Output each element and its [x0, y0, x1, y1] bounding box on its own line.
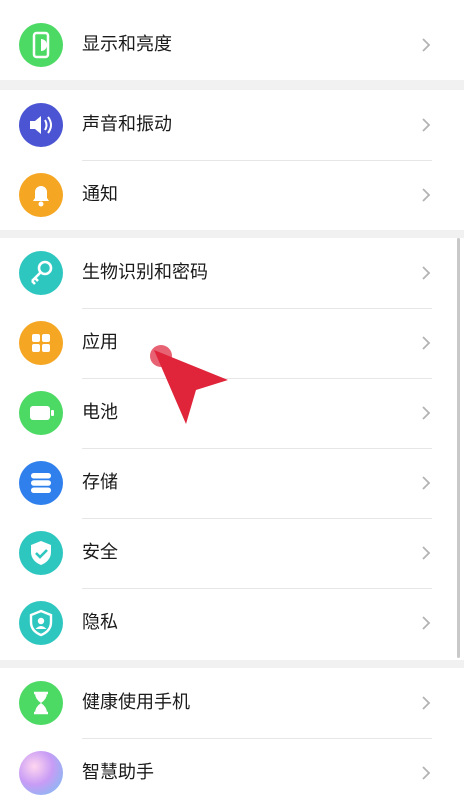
settings-item-label: 隐私 — [82, 612, 118, 633]
settings-item-label: 存储 — [82, 472, 118, 493]
shield-check-icon — [19, 531, 63, 575]
settings-item-privacy[interactable]: 隐私 — [0, 588, 464, 658]
scrollbar[interactable] — [457, 238, 460, 658]
settings-item-label: 电池 — [82, 402, 118, 423]
assistant-orb-icon — [19, 751, 63, 795]
chevron-right-icon — [422, 476, 431, 490]
chevron-right-icon — [422, 406, 431, 420]
settings-item-security[interactable]: 安全 — [0, 518, 464, 588]
settings-item-sound[interactable]: 声音和振动 — [0, 90, 464, 160]
chevron-right-icon — [422, 696, 431, 710]
settings-item-notifications[interactable]: 通知 — [0, 160, 464, 230]
storage-icon — [19, 461, 63, 505]
settings-card-wellbeing: 健康使用手机 智慧助手 — [0, 668, 464, 810]
chevron-right-icon — [422, 616, 431, 630]
bell-icon — [19, 173, 63, 217]
apps-grid-icon — [19, 321, 63, 365]
hourglass-icon — [19, 681, 63, 725]
battery-icon — [19, 391, 63, 435]
settings-item-label: 显示和亮度 — [82, 34, 172, 55]
settings-item-label: 智慧助手 — [82, 762, 154, 783]
key-icon — [19, 251, 63, 295]
chevron-right-icon — [422, 118, 431, 132]
settings-item-label: 安全 — [82, 542, 118, 563]
chevron-right-icon — [422, 38, 431, 52]
chevron-right-icon — [422, 266, 431, 280]
settings-item-label: 声音和振动 — [82, 114, 172, 135]
speaker-icon — [19, 103, 63, 147]
settings-item-label: 应用 — [82, 332, 118, 353]
chevron-right-icon — [422, 336, 431, 350]
settings-item-display[interactable]: 显示和亮度 — [0, 10, 464, 80]
settings-card-system: 生物识别和密码 应用 电池 存储 安全 隐私 — [0, 238, 464, 660]
settings-item-storage[interactable]: 存储 — [0, 448, 464, 518]
chevron-right-icon — [422, 546, 431, 560]
settings-item-label: 生物识别和密码 — [82, 262, 208, 283]
settings-item-label: 通知 — [82, 184, 118, 205]
settings-item-biometrics[interactable]: 生物识别和密码 — [0, 238, 464, 308]
settings-item-digital-balance[interactable]: 健康使用手机 — [0, 668, 464, 738]
pointer-arrow-icon — [154, 350, 228, 424]
settings-card-display: 显示和亮度 — [0, 0, 464, 80]
privacy-shield-icon — [19, 601, 63, 645]
chevron-right-icon — [422, 188, 431, 202]
settings-card-sound: 声音和振动 通知 — [0, 90, 464, 230]
settings-item-assistant[interactable]: 智慧助手 — [0, 738, 464, 808]
phone-brightness-icon — [19, 23, 63, 67]
chevron-right-icon — [422, 766, 431, 780]
settings-item-label: 健康使用手机 — [82, 692, 190, 713]
